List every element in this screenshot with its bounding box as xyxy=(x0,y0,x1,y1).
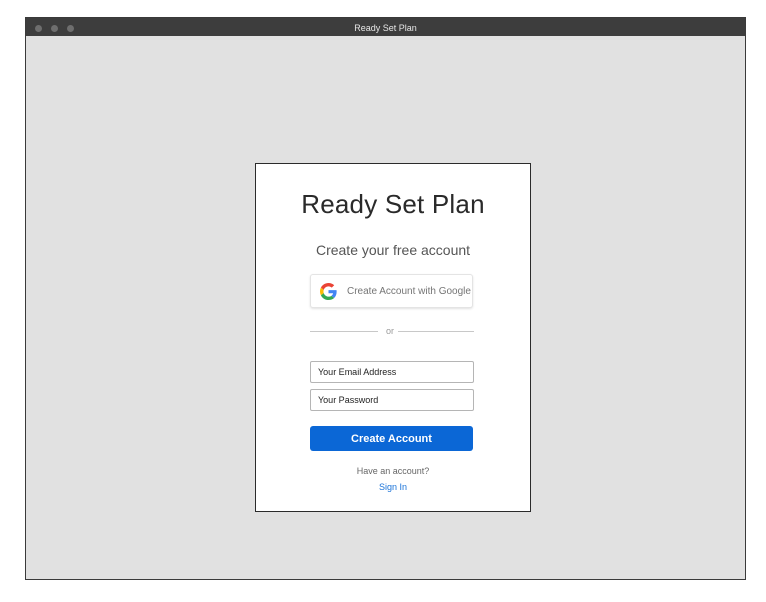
google-signup-button[interactable]: Create Account with Google xyxy=(310,274,473,308)
divider-line-right xyxy=(398,331,474,332)
password-field[interactable] xyxy=(310,389,474,411)
signup-subtitle: Create your free account xyxy=(315,242,471,258)
have-account-text: Have an account? xyxy=(356,466,430,476)
google-g-logo-icon xyxy=(320,283,337,300)
sign-in-link[interactable]: Sign In xyxy=(256,481,530,493)
app-window: Ready Set Plan Ready Set Plan Create you… xyxy=(25,17,746,580)
or-divider: or xyxy=(310,325,474,337)
signup-card: Ready Set Plan Create your free account … xyxy=(255,163,531,512)
google-signup-label: Create Account with Google xyxy=(347,286,471,297)
divider-or-text: or xyxy=(386,326,395,336)
app-title: Ready Set Plan xyxy=(301,189,485,219)
create-account-button[interactable]: Create Account xyxy=(310,426,473,451)
window-title: Ready Set Plan xyxy=(354,23,417,33)
email-field[interactable] xyxy=(310,361,474,383)
window-titlebar[interactable]: Ready Set Plan xyxy=(26,18,745,36)
divider-line-left xyxy=(310,331,378,332)
